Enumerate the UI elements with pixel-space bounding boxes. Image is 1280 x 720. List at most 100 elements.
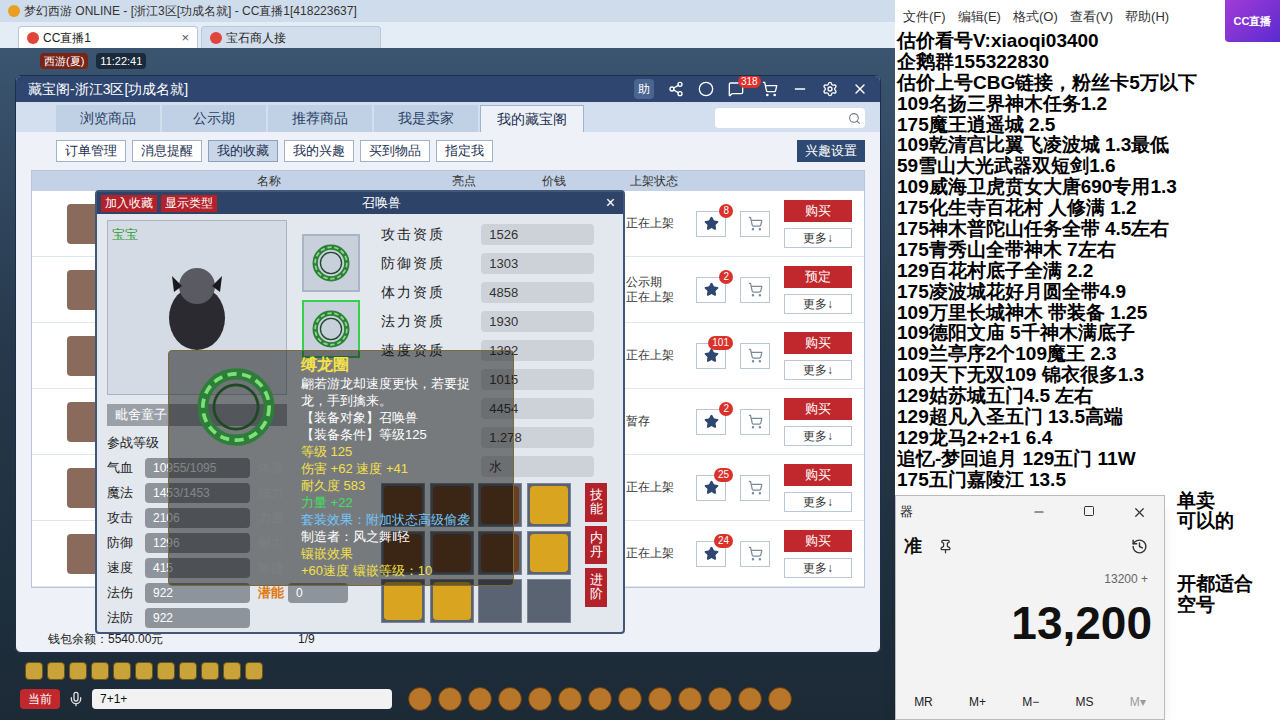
subtab-button[interactable]: 指定我 bbox=[436, 140, 493, 162]
memory-button[interactable]: MS bbox=[1076, 693, 1094, 711]
help-button[interactable]: 助 bbox=[634, 79, 654, 99]
chat-tool-button[interactable] bbox=[588, 687, 612, 711]
more-button[interactable]: 更多↓ bbox=[784, 558, 852, 578]
close-icon[interactable] bbox=[1132, 505, 1147, 520]
equip-slot[interactable] bbox=[302, 234, 360, 292]
subtab-button[interactable]: 买到物品 bbox=[360, 140, 430, 162]
cart-button[interactable] bbox=[740, 409, 770, 435]
chat-tool-button[interactable] bbox=[618, 687, 642, 711]
toolbar-button[interactable] bbox=[47, 662, 65, 680]
more-button[interactable]: 更多↓ bbox=[784, 294, 852, 314]
buy-button[interactable]: 购买 bbox=[784, 200, 852, 222]
cbg-tab[interactable]: 浏览商品 bbox=[56, 105, 160, 132]
keep-on-top-icon[interactable] bbox=[938, 539, 953, 554]
toolbar-button[interactable] bbox=[91, 662, 109, 680]
chat-tool-button[interactable] bbox=[558, 687, 582, 711]
dialog-close[interactable]: × bbox=[606, 191, 619, 215]
like-button[interactable]: 2 bbox=[696, 409, 726, 435]
cbg-tab[interactable]: 公示期 bbox=[162, 105, 266, 132]
chat-tool-button[interactable] bbox=[498, 687, 522, 711]
skill-slot[interactable] bbox=[527, 579, 571, 623]
cart-button[interactable] bbox=[740, 343, 770, 369]
like-button[interactable]: 25 bbox=[696, 475, 726, 501]
more-button[interactable]: 更多↓ bbox=[784, 492, 852, 512]
cbg-tab[interactable]: 我是卖家 bbox=[374, 105, 478, 132]
mic-icon[interactable] bbox=[68, 691, 84, 707]
like-button[interactable]: 24 bbox=[696, 541, 726, 567]
search-box[interactable] bbox=[715, 108, 865, 128]
cbg-tab[interactable]: 推荐商品 bbox=[268, 105, 372, 132]
cart-button[interactable] bbox=[740, 277, 770, 303]
cbg-tab[interactable]: 我的藏宝阁 bbox=[480, 105, 584, 132]
chat-tool-button[interactable] bbox=[708, 687, 732, 711]
minimize-icon[interactable] bbox=[792, 81, 808, 97]
messages[interactable]: 318 bbox=[728, 81, 778, 97]
more-button[interactable]: 更多↓ bbox=[784, 426, 852, 446]
buy-button[interactable]: 预定 bbox=[784, 266, 852, 288]
skill-slot[interactable] bbox=[527, 531, 571, 575]
chat-tool-button[interactable] bbox=[648, 687, 672, 711]
history-icon[interactable] bbox=[1131, 538, 1148, 555]
more-button[interactable]: 更多↓ bbox=[784, 360, 852, 380]
cart-button[interactable] bbox=[740, 541, 770, 567]
side-button[interactable]: 技能 bbox=[585, 483, 607, 522]
share-icon[interactable] bbox=[668, 81, 684, 97]
browser-tab[interactable]: 宝石商人接 bbox=[201, 26, 381, 48]
memory-button[interactable]: M− bbox=[1022, 693, 1039, 711]
side-button[interactable]: 内丹 bbox=[585, 526, 607, 565]
subtab-button[interactable]: 消息提醒 bbox=[132, 140, 202, 162]
subtab-button[interactable]: 我的收藏 bbox=[208, 140, 278, 162]
menu-item[interactable]: 帮助(H) bbox=[1125, 7, 1169, 27]
cart-button[interactable] bbox=[740, 211, 770, 237]
like-button[interactable]: 101 bbox=[696, 343, 726, 369]
chat-tool-button[interactable] bbox=[738, 687, 762, 711]
tab-close[interactable]: × bbox=[181, 28, 189, 48]
add-favorite-button[interactable]: 加入收藏 bbox=[101, 195, 157, 212]
toolbar-button[interactable] bbox=[201, 662, 219, 680]
close-icon[interactable] bbox=[852, 81, 868, 97]
chat-tool-button[interactable] bbox=[468, 687, 492, 711]
more-button[interactable]: 更多↓ bbox=[784, 228, 852, 248]
buy-button[interactable]: 购买 bbox=[784, 398, 852, 420]
chat-tool-button[interactable] bbox=[408, 687, 432, 711]
like-button[interactable]: 8 bbox=[696, 211, 726, 237]
toolbar-button[interactable] bbox=[25, 662, 43, 680]
subtab-button[interactable]: 我的兴趣 bbox=[284, 140, 354, 162]
memory-button[interactable]: MR bbox=[914, 693, 933, 711]
toolbar-button[interactable] bbox=[157, 662, 175, 680]
skill-slot[interactable] bbox=[527, 483, 571, 527]
chat-input[interactable]: 7+1+ bbox=[92, 689, 392, 709]
chat-tool-button[interactable] bbox=[768, 687, 792, 711]
toolbar-button[interactable] bbox=[179, 662, 197, 680]
chat-tool-button[interactable] bbox=[438, 687, 462, 711]
subtab-button[interactable]: 订单管理 bbox=[56, 140, 126, 162]
minimize-icon[interactable] bbox=[1032, 505, 1046, 519]
chat-tool-button[interactable] bbox=[528, 687, 552, 711]
toolbar-button[interactable] bbox=[135, 662, 153, 680]
chat-channel[interactable]: 当前 bbox=[20, 689, 60, 709]
menu-item[interactable]: 查看(V) bbox=[1070, 7, 1113, 27]
settings-icon[interactable] bbox=[822, 81, 838, 97]
buy-button[interactable]: 购买 bbox=[784, 464, 852, 486]
cart-button[interactable] bbox=[740, 475, 770, 501]
buy-button[interactable]: 购买 bbox=[784, 530, 852, 552]
chat-tool-button[interactable] bbox=[678, 687, 702, 711]
toolbar-button[interactable] bbox=[113, 662, 131, 680]
memory-button[interactable]: M▾ bbox=[1130, 693, 1146, 711]
toolbar-button[interactable] bbox=[245, 662, 263, 680]
browser-tab[interactable]: CC直播1× bbox=[18, 26, 198, 48]
maximize-icon[interactable] bbox=[1083, 505, 1095, 517]
memory-button[interactable]: M+ bbox=[969, 693, 986, 711]
stop-icon[interactable] bbox=[698, 81, 714, 97]
toolbar-button[interactable] bbox=[69, 662, 87, 680]
menu-item[interactable]: 编辑(E) bbox=[958, 7, 1001, 27]
menu-item[interactable]: 格式(O) bbox=[1013, 7, 1058, 27]
show-type-button[interactable]: 显示类型 bbox=[161, 195, 217, 212]
interest-button[interactable]: 兴趣设置 bbox=[797, 140, 865, 162]
buy-button[interactable]: 购买 bbox=[784, 332, 852, 354]
side-button[interactable]: 进阶 bbox=[585, 568, 607, 607]
menu-item[interactable]: 文件(F) bbox=[903, 7, 946, 27]
calc-mode[interactable]: 准 bbox=[904, 533, 922, 560]
toolbar-button[interactable] bbox=[223, 662, 241, 680]
like-button[interactable]: 2 bbox=[696, 277, 726, 303]
